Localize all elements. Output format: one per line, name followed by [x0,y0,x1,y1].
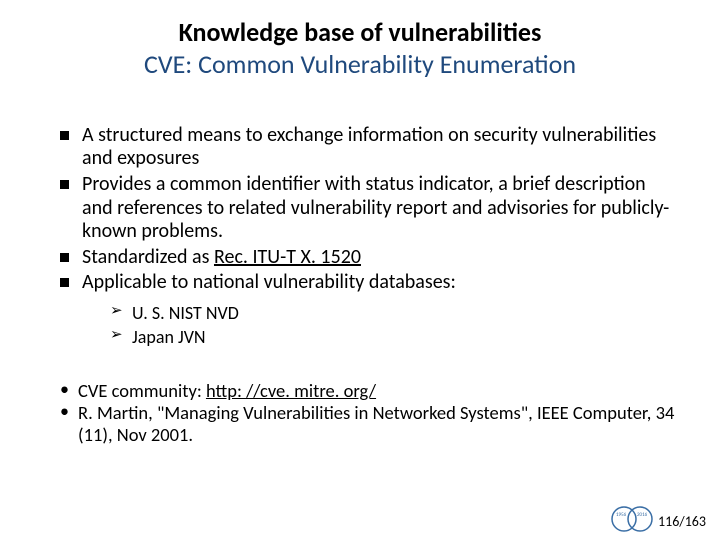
bullet-text: Provides a common identifier with status… [82,172,669,243]
list-item: A structured means to exchange informati… [60,124,680,171]
sub-bullet-list: U. S. NIST NVD Japan JVN [82,301,680,350]
ref-text: R. Martin, "Managing Vulnerabilities in … [78,401,674,446]
itu-logo: 1956 2016 [610,504,654,534]
standard-link[interactable]: Rec. ITU-T X. 1520 [214,245,361,269]
references-list: CVE community: http: //cve. mitre. org/ … [40,380,680,447]
cve-link[interactable]: http: //cve. mitre. org/ [206,379,376,402]
list-item: CVE community: http: //cve. mitre. org/ [60,380,680,402]
ref-text: CVE community: [78,379,206,402]
slide-title: Knowledge base of vulnerabilities [40,18,680,48]
svg-text:2016: 2016 [637,512,648,518]
title-block: Knowledge base of vulnerabilities CVE: C… [40,18,680,80]
bullet-text: A structured means to exchange informati… [82,123,656,171]
slide-content: Knowledge base of vulnerabilities CVE: C… [0,0,720,446]
list-item: Provides a common identifier with status… [60,173,680,244]
main-bullet-list: A structured means to exchange informati… [40,124,680,350]
bullet-text: Standardized as [82,245,214,269]
list-item: R. Martin, "Managing Vulnerabilities in … [60,402,680,446]
page-number: 116/163 [658,513,706,530]
list-item: U. S. NIST NVD [110,301,680,325]
sub-bullet-text: Japan JVN [132,326,206,348]
list-item: Applicable to national vulnerability dat… [60,271,680,349]
list-item: Standardized as Rec. ITU-T X. 1520 [60,246,680,270]
list-item: Japan JVN [110,325,680,349]
bullet-text: Applicable to national vulnerability dat… [82,270,456,294]
slide-subtitle: CVE: Common Vulnerability Enumeration [40,50,680,80]
svg-text:1956: 1956 [616,512,627,518]
sub-bullet-text: U. S. NIST NVD [132,302,239,324]
